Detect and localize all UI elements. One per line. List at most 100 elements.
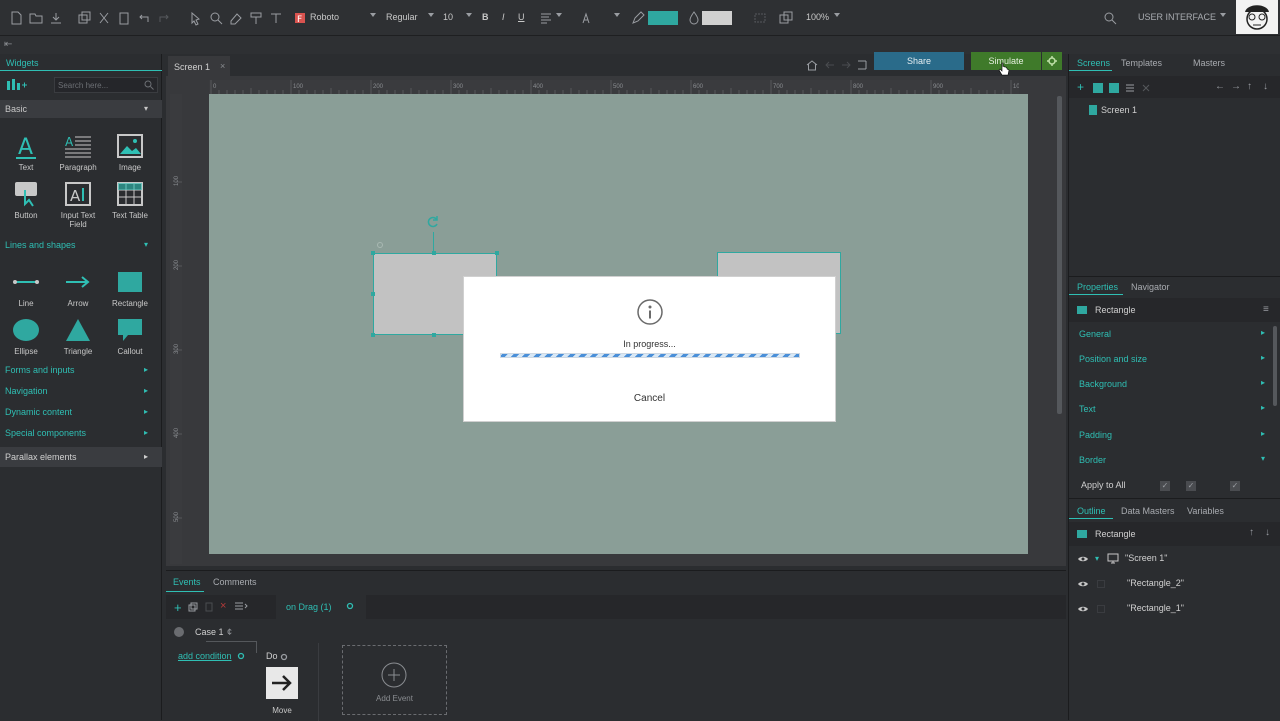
opacity-icon[interactable] [686,10,702,26]
add-condition-link[interactable]: add condition [178,651,232,661]
delete-icon[interactable]: × [220,600,226,612]
font-size-select[interactable]: 10 [443,12,453,22]
copy-icon[interactable] [76,10,92,26]
move-up-icon[interactable]: ↑ [1247,81,1252,92]
eye-icon[interactable] [1077,603,1089,615]
tab-comments[interactable]: Comments [213,577,257,587]
prop-padding[interactable]: Padding ▸ [1069,424,1273,448]
outline-item-rectangle-2[interactable]: "Rectangle_2" [1069,572,1280,596]
parallax-section[interactable]: Parallax elements ▸ [0,447,162,467]
widget-image[interactable]: Image [105,132,155,178]
chevron-down-icon[interactable]: ▾ [1095,554,1099,563]
add-folder-icon[interactable] [1109,83,1119,93]
tab-templates[interactable]: Templates [1121,58,1162,68]
prop-border[interactable]: Border ▾ [1069,449,1273,473]
zoom-select[interactable]: 100% [806,12,829,22]
special-components-section[interactable]: Special components ▸ [0,424,162,442]
tab-screen-1[interactable]: Screen 1 × [168,56,230,76]
expand-icon[interactable]: ⇤ [4,39,12,50]
font-family-select[interactable]: Roboto [310,12,339,22]
resize-handle[interactable] [432,333,436,337]
resize-handle[interactable] [371,251,375,255]
open-folder-icon[interactable] [28,10,44,26]
canvas-scrollbar[interactable] [1057,96,1062,414]
cancel-button[interactable]: Cancel [464,393,835,404]
eye-icon[interactable] [1077,553,1089,565]
gear-icon[interactable] [237,652,245,660]
outline-item-screen[interactable]: ▾ "Screen 1" [1069,547,1280,571]
widget-line[interactable]: Line [1,268,51,314]
paste-icon[interactable] [204,602,214,612]
back-icon[interactable] [824,59,836,71]
gear-icon[interactable] [376,241,384,249]
add-event-dropzone[interactable]: Add Event [342,645,447,715]
move-down-icon[interactable]: ↓ [1263,81,1268,92]
move-down-icon[interactable]: ↓ [1265,527,1270,538]
prop-position-size[interactable]: Position and size ▸ [1069,348,1273,372]
undo-icon[interactable] [136,10,152,26]
pen-icon[interactable] [630,10,646,26]
avatar[interactable] [1236,0,1278,34]
resize-handle[interactable] [371,333,375,337]
eye-icon[interactable] [1077,578,1089,590]
menu-icon[interactable]: ≡ [1263,304,1269,315]
lines-shapes-section-header[interactable]: Lines and shapes ▾ [0,236,162,254]
sort-icon[interactable] [234,601,248,611]
close-icon[interactable]: × [220,61,225,71]
event-tab-on-drag[interactable]: on Drag (1) [276,595,366,619]
dynamic-content-section[interactable]: Dynamic content ▸ [0,403,162,421]
save-icon[interactable] [48,10,64,26]
outline-item-rectangle-1[interactable]: "Rectangle_1" [1069,597,1280,621]
collapse-icon[interactable] [1141,83,1151,93]
screen-list-item[interactable]: Screen 1 [1101,105,1137,115]
tab-screens[interactable]: Screens [1077,58,1110,68]
prop-background[interactable]: Background ▸ [1069,373,1273,397]
rotate-icon[interactable] [426,215,440,229]
font-style-select[interactable]: Regular [386,12,418,22]
redo-icon[interactable] [156,10,172,26]
duplicate-icon[interactable] [188,602,198,612]
arrange-icon[interactable] [778,10,794,26]
gear-icon[interactable] [346,602,354,610]
tab-masters[interactable]: Masters [1193,58,1225,68]
search-input[interactable]: Search here... [54,77,158,93]
border-color-swatch[interactable] [702,11,732,25]
search-icon[interactable] [1102,10,1118,26]
screen-map-icon[interactable] [856,59,868,71]
forms-inputs-section[interactable]: Forms and inputs ▸ [0,361,162,379]
widget-text[interactable]: A Text [1,132,51,178]
eraser-icon[interactable] [228,10,244,26]
italic-button[interactable]: I [502,12,505,22]
add-event-icon[interactable]: + [174,600,182,615]
prop-general[interactable]: General ▸ [1069,323,1273,347]
move-right-icon[interactable]: → [1231,81,1241,92]
zoom-icon[interactable] [208,10,224,26]
style-icon[interactable] [268,10,284,26]
list-icon[interactable] [1125,83,1135,93]
prop-text[interactable]: Text ▸ [1069,398,1273,422]
simulate-settings-icon[interactable] [1042,52,1062,70]
widget-text-table[interactable]: Text Table [105,180,155,226]
gear-icon[interactable] [280,653,288,661]
widget-paragraph[interactable]: A Paragraph [53,132,103,178]
move-action[interactable] [266,667,298,699]
paste-icon[interactable] [116,10,132,26]
basic-section-header[interactable]: Basic ▾ [0,100,162,118]
resize-handle[interactable] [371,292,375,296]
edit-case-icon[interactable]: ¢ [227,627,232,637]
new-file-icon[interactable] [8,10,24,26]
case-label[interactable]: Case 1 [195,627,224,637]
tab-variables[interactable]: Variables [1187,506,1224,516]
forward-icon[interactable] [840,59,852,71]
properties-scrollbar[interactable] [1273,326,1277,406]
text-color-icon[interactable] [578,10,594,26]
widget-button[interactable]: Button [1,180,51,226]
widget-triangle[interactable]: Triangle [53,316,103,362]
fill-color-swatch[interactable] [648,11,678,25]
underline-button[interactable]: U [518,12,525,22]
share-button[interactable]: Share [874,52,964,70]
checkbox[interactable]: ✓ [1230,481,1240,491]
widget-callout[interactable]: Callout [105,316,155,362]
widget-ellipse[interactable]: Ellipse [1,316,51,362]
move-up-icon[interactable]: ↑ [1249,527,1254,538]
